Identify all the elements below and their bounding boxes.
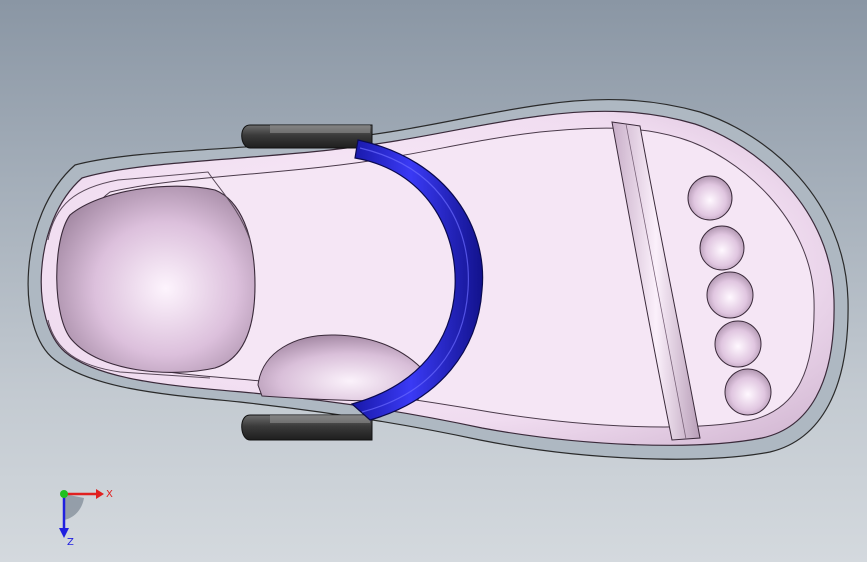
toe-bump [687, 175, 733, 221]
3d-viewport[interactable]: X Z [0, 0, 867, 562]
orientation-triad: X Z [59, 489, 113, 548]
sandal-model[interactable] [0, 0, 867, 562]
bottom-buckle [241, 414, 373, 441]
toe-bump [724, 368, 772, 416]
heel-cup [56, 185, 256, 373]
y-axis-dot [60, 490, 68, 498]
x-axis-label: X [106, 489, 113, 500]
toe-bump [699, 225, 745, 271]
toe-bump [706, 271, 754, 319]
top-buckle [241, 124, 373, 149]
toe-bump [714, 320, 762, 368]
z-axis-label: Z [67, 537, 74, 548]
